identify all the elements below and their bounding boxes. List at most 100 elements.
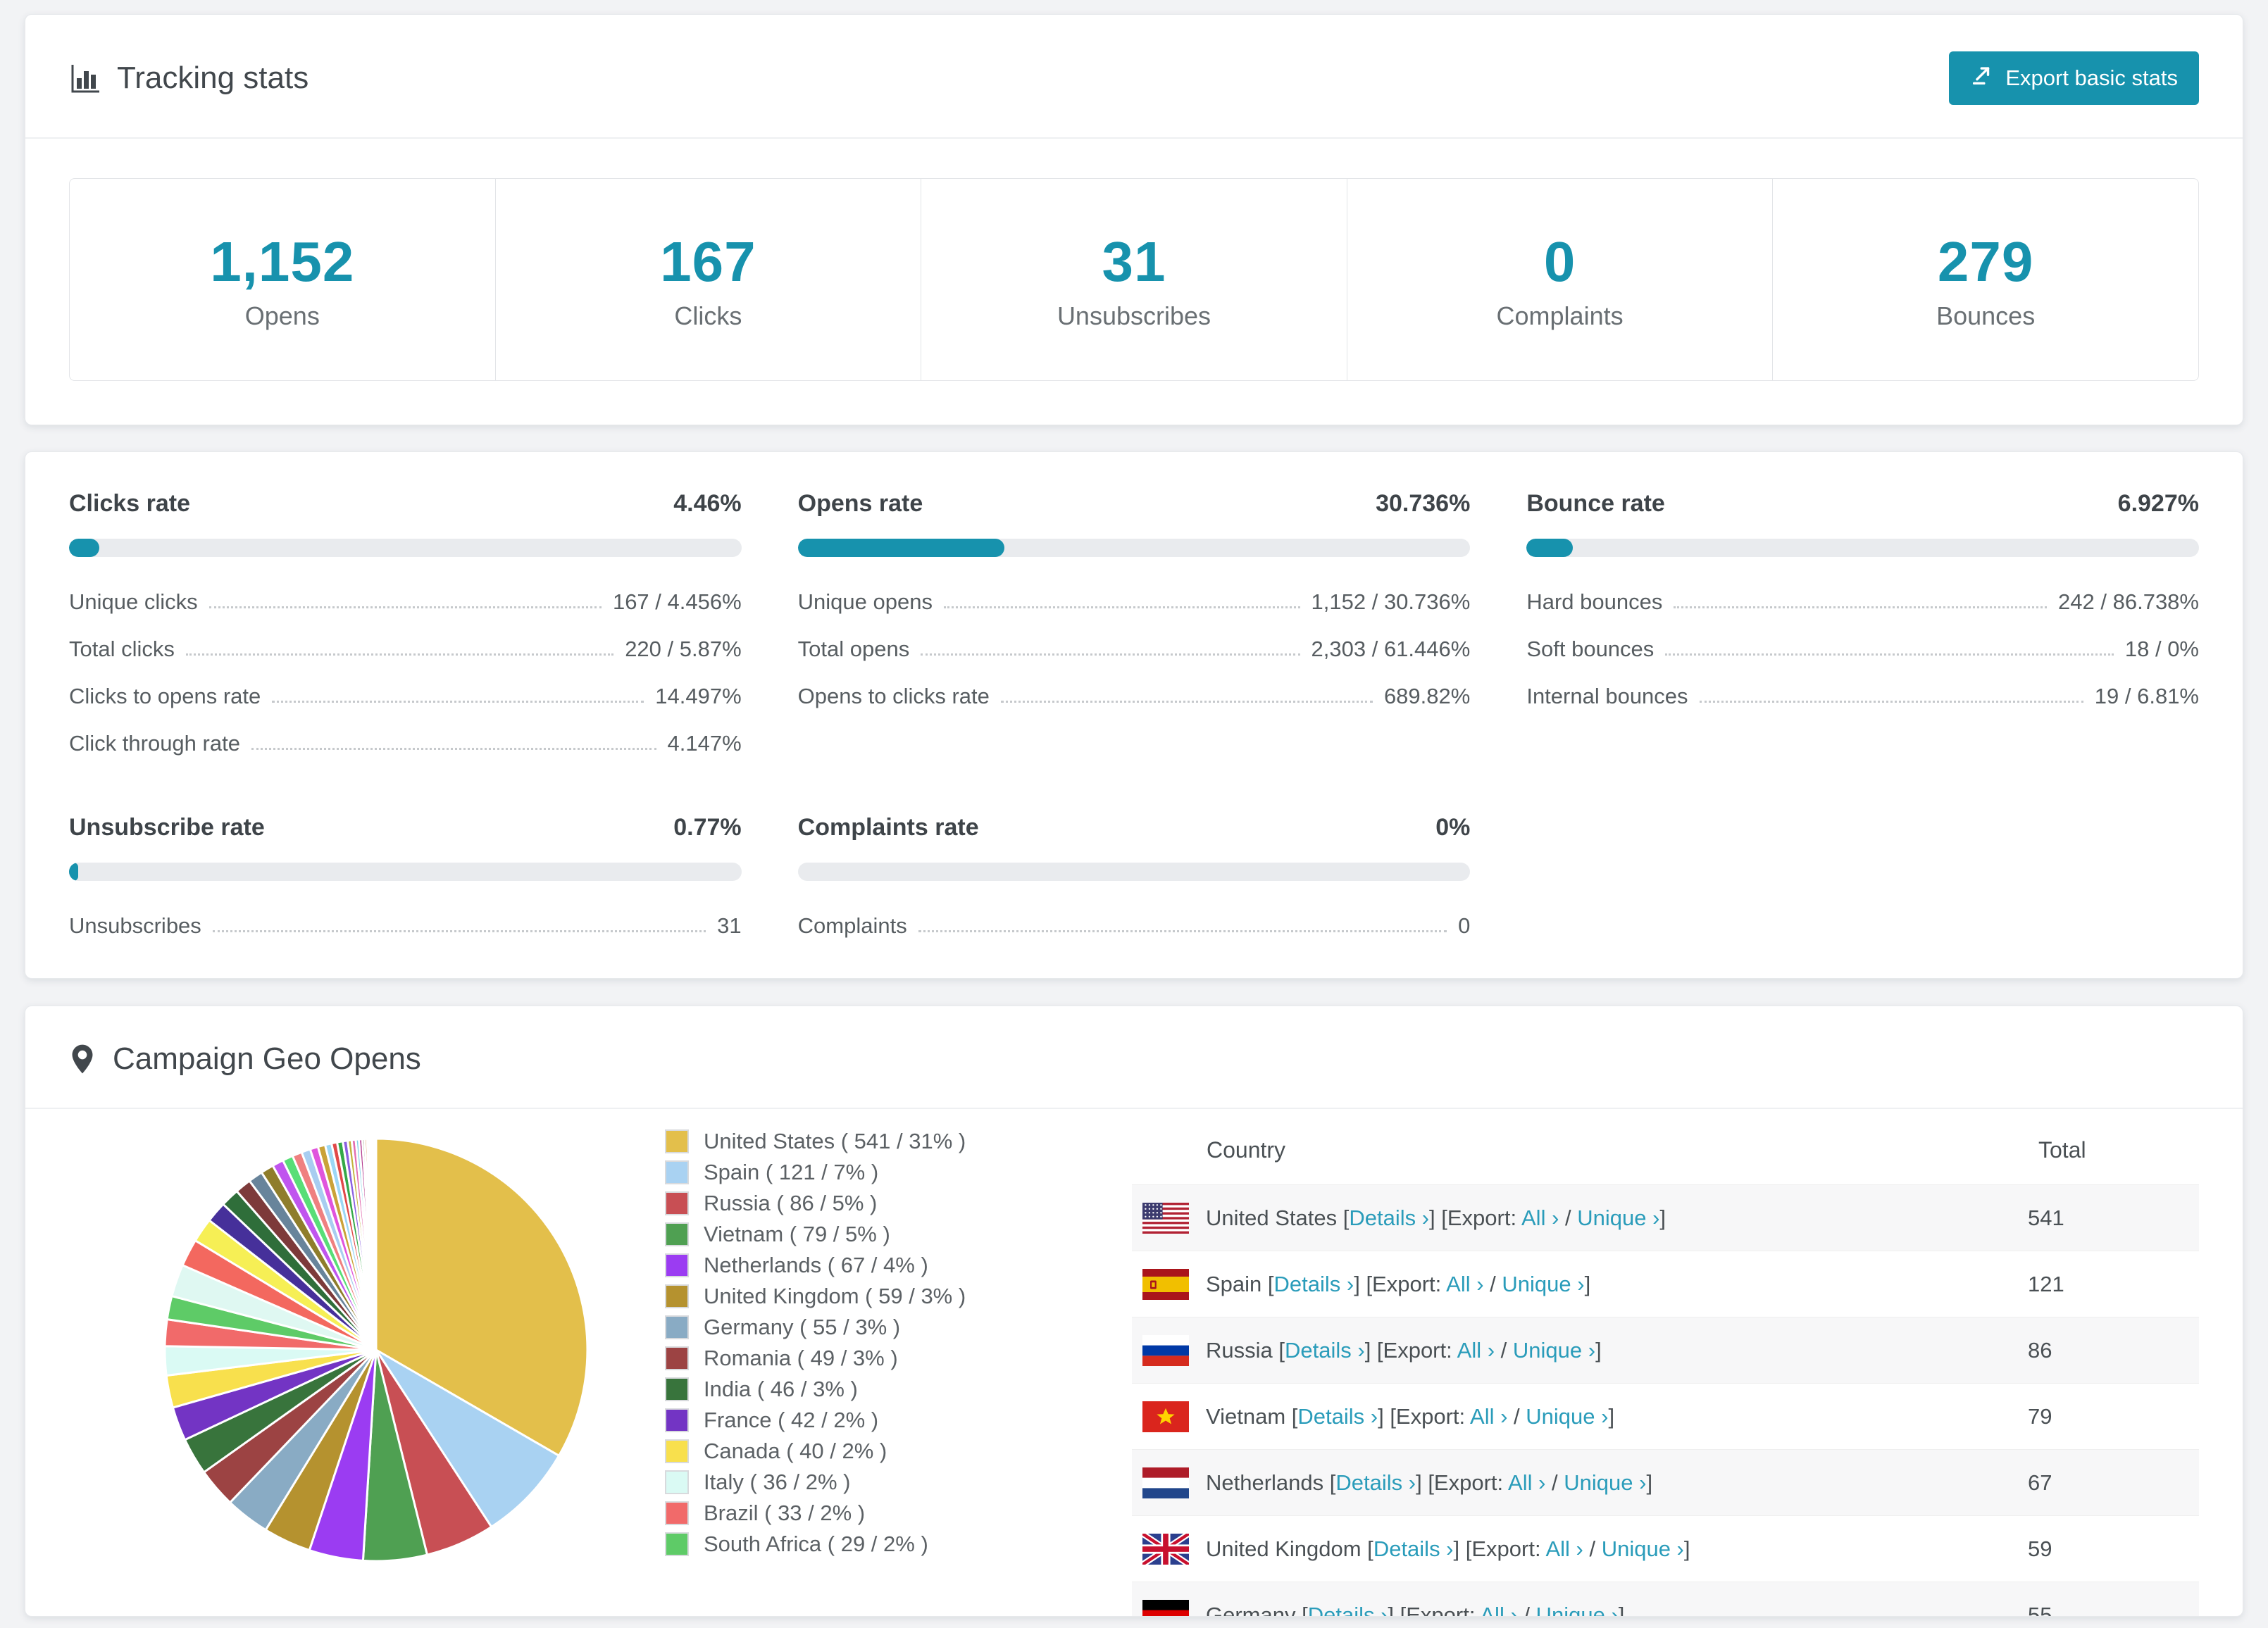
legend-label: Russia ( 86 / 5% )	[704, 1191, 878, 1215]
us-flag-icon	[1142, 1202, 1189, 1234]
legend-item: France ( 42 / 2% )	[665, 1408, 1049, 1433]
export-all-link[interactable]: All ›	[1470, 1404, 1507, 1429]
export-unique-link[interactable]: Unique ›	[1536, 1603, 1619, 1617]
ru-flag-icon	[1142, 1334, 1189, 1366]
rates-card: Clicks rate 4.46% Unique clicks 167 / 4.456…	[25, 451, 2243, 979]
export-all-link[interactable]: All ›	[1446, 1272, 1483, 1296]
stat-value: 0	[1543, 230, 1576, 293]
details-link[interactable]: Details ›	[1349, 1206, 1429, 1230]
rate-detail-rows: Unique clicks 167 / 4.456% Total clicks 220…	[69, 589, 742, 756]
legend-label: Spain ( 121 / 7% )	[704, 1160, 879, 1184]
dotted-leader	[1000, 701, 1373, 703]
rate-detail-row: Internal bounces 19 / 6.81%	[1526, 684, 2199, 709]
legend-label: Brazil ( 33 / 2% )	[704, 1501, 866, 1525]
details-link[interactable]: Details ›	[1373, 1536, 1454, 1561]
details-link[interactable]: Details ›	[1274, 1272, 1354, 1296]
slash-separator: /	[1483, 1271, 1502, 1296]
geo-table-row-vn: Vietnam [Details ›] [Export: All › / Uni…	[1132, 1384, 2199, 1449]
export-label-text: ] [Export:	[1354, 1271, 1447, 1296]
rate-value: 30.736%	[1376, 490, 1471, 517]
rate-value: 4.46%	[673, 490, 742, 517]
country-name: United States [	[1206, 1205, 1350, 1230]
rate-detail-value: 14.497%	[655, 684, 742, 708]
export-all-link[interactable]: All ›	[1508, 1470, 1545, 1495]
rate-title: Unsubscribe rate	[69, 814, 265, 841]
geo-pie-chart	[151, 1125, 602, 1616]
export-all-link[interactable]: All ›	[1480, 1603, 1517, 1617]
legend-item: Romania ( 49 / 3% )	[665, 1346, 1049, 1371]
geo-content: United States ( 541 / 31% ) Spain ( 121 /…	[69, 1119, 2199, 1617]
rate-detail-row: Clicks to opens rate 14.497%	[69, 684, 742, 709]
rate-detail-value: 220 / 5.87%	[625, 637, 742, 661]
slash-separator: /	[1507, 1403, 1526, 1429]
closing-bracket: ]	[1584, 1271, 1591, 1296]
legend-swatch	[665, 1222, 689, 1246]
rate-progress-track	[69, 863, 742, 881]
export-unique-link[interactable]: Unique ›	[1526, 1404, 1608, 1429]
total-cell: 541	[2028, 1205, 2064, 1230]
rate-progress-fill	[1526, 539, 1574, 557]
dotted-leader	[1665, 653, 2114, 656]
closing-bracket: ]	[1618, 1602, 1625, 1617]
rate-panel-complaints-rate: Complaints rate 0% Complaints 0	[797, 814, 1471, 939]
export-label-text: ] [Export:	[1416, 1470, 1509, 1495]
country-name: Spain [	[1206, 1271, 1274, 1296]
rate-detail-label: Unique clicks	[69, 589, 198, 614]
export-label-text: ] [Export:	[1378, 1403, 1471, 1429]
legend-label: Romania ( 49 / 3% )	[704, 1346, 898, 1370]
stat-cell-unsubscribes: 31 Unsubscribes	[921, 179, 1347, 380]
details-link[interactable]: Details ›	[1297, 1404, 1378, 1429]
export-all-link[interactable]: All ›	[1457, 1338, 1495, 1363]
legend-item: Canada ( 40 / 2% )	[665, 1439, 1049, 1464]
export-label-text: ] [Export:	[1364, 1337, 1457, 1363]
total-cell: 86	[2028, 1337, 2052, 1363]
legend-swatch	[665, 1191, 689, 1215]
rate-detail-value: 31	[717, 913, 742, 938]
rate-detail-label: Internal bounces	[1526, 684, 1688, 708]
country-name: Vietnam [	[1206, 1403, 1298, 1429]
slash-separator: /	[1495, 1337, 1513, 1363]
rate-detail-row: Click through rate 4.147%	[69, 731, 742, 756]
export-unique-link[interactable]: Unique ›	[1602, 1536, 1684, 1561]
legend-label: United Kingdom ( 59 / 3% )	[704, 1284, 966, 1308]
rate-detail-label: Hard bounces	[1526, 589, 1663, 614]
dotted-leader	[185, 653, 614, 656]
rate-detail-rows: Unsubscribes 31	[69, 913, 742, 939]
export-all-link[interactable]: All ›	[1521, 1206, 1559, 1230]
details-link[interactable]: Details ›	[1308, 1603, 1388, 1617]
rate-panel-header: Clicks rate 4.46%	[69, 490, 742, 518]
rate-title: Bounce rate	[1526, 490, 1665, 517]
stat-cell-bounces: 279 Bounces	[1772, 179, 2198, 380]
closing-bracket: ]	[1683, 1536, 1690, 1561]
rate-detail-label: Soft bounces	[1526, 637, 1655, 661]
export-all-link[interactable]: All ›	[1545, 1536, 1583, 1561]
export-label-text: ] [Export:	[1429, 1205, 1521, 1230]
rate-detail-value: 2,303 / 61.446%	[1311, 637, 1471, 661]
legend-item: India ( 46 / 3% )	[665, 1377, 1049, 1402]
export-unique-link[interactable]: Unique ›	[1564, 1470, 1646, 1495]
legend-item: Netherlands ( 67 / 4% )	[665, 1253, 1049, 1278]
export-unique-link[interactable]: Unique ›	[1577, 1206, 1659, 1230]
country-name: United Kingdom [	[1206, 1536, 1373, 1561]
dotted-leader	[208, 606, 602, 608]
export-icon	[1970, 63, 1994, 93]
closing-bracket: ]	[1646, 1470, 1653, 1495]
stat-value: 1,152	[210, 230, 355, 293]
stat-label: Opens	[244, 301, 320, 330]
rate-detail-label: Complaints	[797, 913, 907, 938]
export-unique-link[interactable]: Unique ›	[1513, 1338, 1595, 1363]
rate-detail-label: Click through rate	[69, 731, 240, 756]
export-unique-link[interactable]: Unique ›	[1502, 1272, 1584, 1296]
rate-detail-label: Total clicks	[69, 637, 175, 661]
geo-country-table: Country Total United States [Details ›] …	[1132, 1119, 2199, 1617]
rate-detail-label: Total opens	[797, 637, 910, 661]
geo-table-row-nl: Netherlands [Details ›] [Export: All › /…	[1132, 1449, 2199, 1516]
rate-panel-header: Complaints rate 0%	[798, 814, 1471, 841]
export-basic-stats-button[interactable]: Export basic stats	[1949, 51, 2199, 105]
slash-separator: /	[1583, 1536, 1602, 1561]
rate-panel-bounce-rate: Bounce rate 6.927% Hard bounces 242 / 86.73…	[1526, 490, 2199, 756]
details-link[interactable]: Details ›	[1335, 1470, 1416, 1495]
details-link[interactable]: Details ›	[1285, 1338, 1365, 1363]
dotted-leader	[212, 930, 706, 932]
rate-detail-value: 242 / 86.738%	[2058, 589, 2199, 614]
